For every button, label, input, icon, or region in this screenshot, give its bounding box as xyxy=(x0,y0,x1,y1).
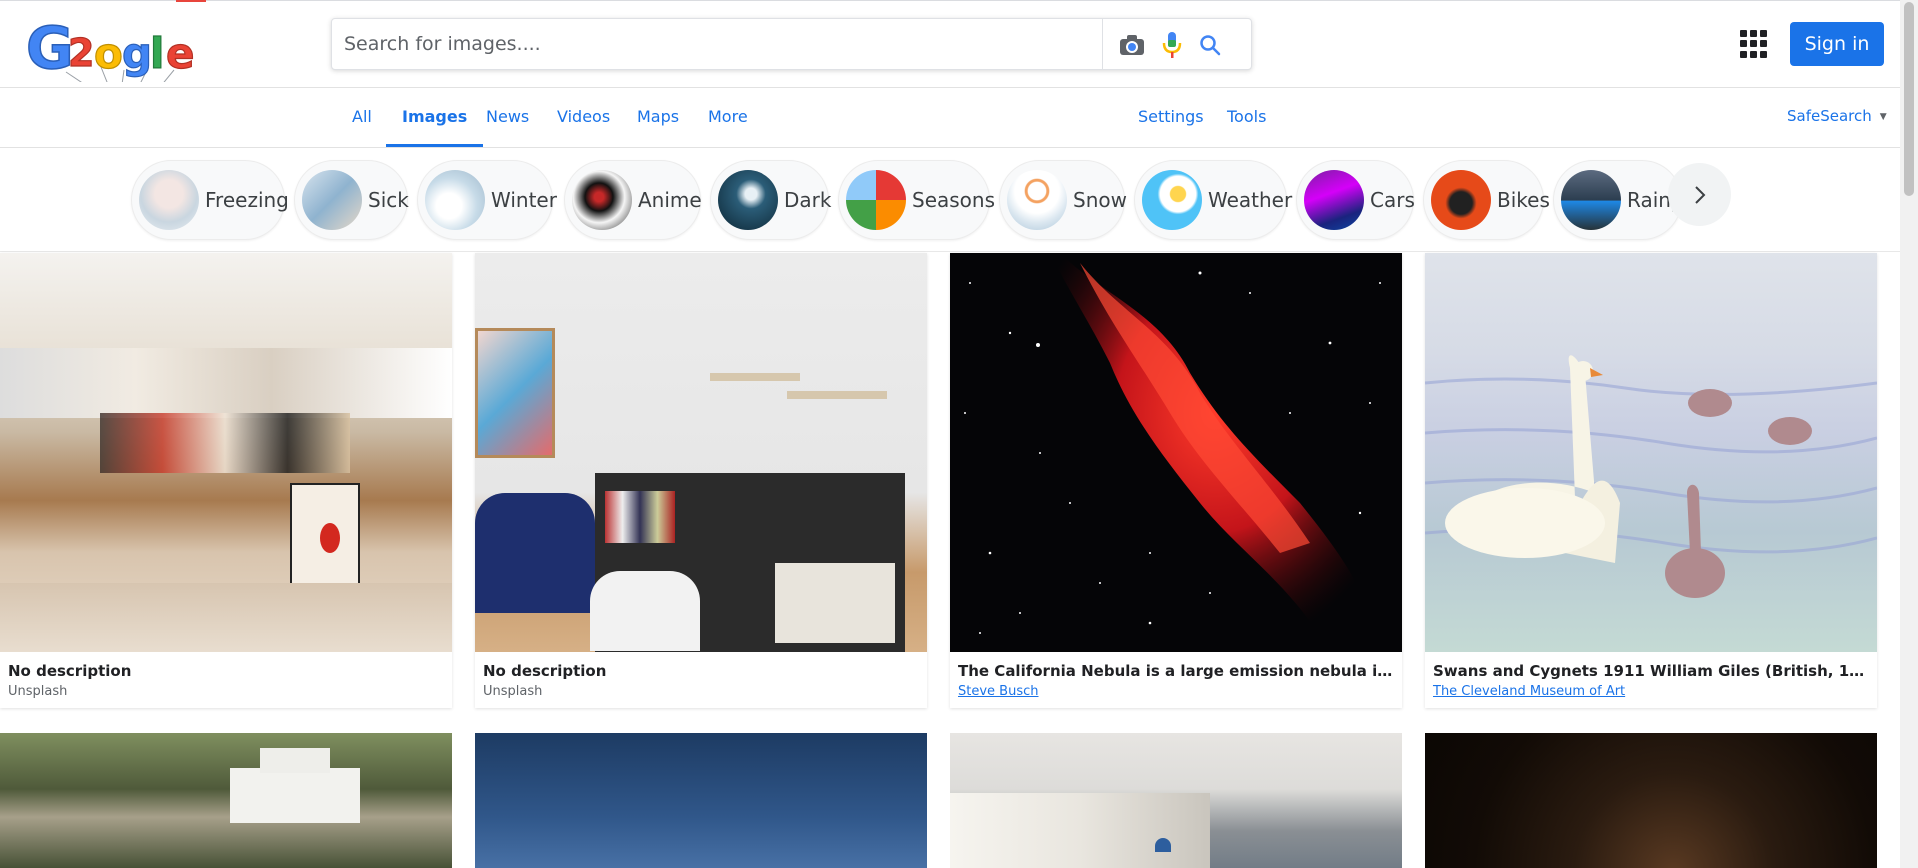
chip-label: Sick xyxy=(368,188,409,212)
result-source-link[interactable]: The Cleveland Museum of Art xyxy=(1433,684,1869,699)
result-card[interactable]: No description Unsplash xyxy=(0,253,452,708)
result-card[interactable]: The California Nebula is a large emissio… xyxy=(950,253,1402,708)
svg-text:e: e xyxy=(166,29,195,78)
result-image xyxy=(950,253,1402,652)
chip-thumbnail xyxy=(572,170,632,230)
chip-thumbnail xyxy=(139,170,199,230)
caret-down-icon: ▼ xyxy=(1879,112,1887,122)
chip-snow[interactable]: Snow xyxy=(999,160,1127,240)
chip-freezing[interactable]: Freezing xyxy=(131,160,289,240)
result-source-link[interactable]: Steve Busch xyxy=(958,684,1394,699)
svg-text:o: o xyxy=(94,29,123,78)
chip-seasons[interactable]: Seasons xyxy=(838,160,995,240)
result-source: Unsplash xyxy=(483,684,543,699)
tab-maps[interactable]: Maps xyxy=(637,89,679,147)
chip-label: Cars xyxy=(1370,188,1415,212)
safesearch-dropdown[interactable]: SafeSearch ▼ xyxy=(1787,107,1887,125)
search-icon[interactable] xyxy=(1196,31,1224,59)
settings-link[interactable]: Settings xyxy=(1138,89,1204,147)
chip-thumbnail xyxy=(1431,170,1491,230)
header: G 2 o g l e Sign in xyxy=(0,0,1900,93)
result-card[interactable]: No description Unsplash xyxy=(475,253,927,708)
svg-text:g: g xyxy=(122,29,152,78)
search-divider xyxy=(1102,19,1103,69)
result-title: Swans and Cygnets 1911 William Giles (Br… xyxy=(1433,662,1869,680)
camera-icon[interactable] xyxy=(1118,31,1146,59)
microphone-icon[interactable] xyxy=(1158,31,1186,59)
chip-label: Weather xyxy=(1208,188,1293,212)
chip-anime[interactable]: Anime xyxy=(564,160,702,240)
svg-text:G: G xyxy=(26,14,74,82)
chip-label: Freezing xyxy=(205,188,289,212)
chip-sick[interactable]: Sick xyxy=(294,160,409,240)
tab-videos[interactable]: Videos xyxy=(557,89,610,147)
logo[interactable]: G 2 o g l e xyxy=(25,12,211,93)
search-input[interactable] xyxy=(344,19,1084,69)
tab-all[interactable]: All xyxy=(352,89,372,147)
tab-news[interactable]: News xyxy=(486,89,529,147)
chip-weather[interactable]: Weather xyxy=(1134,160,1292,240)
chevron-right-icon[interactable] xyxy=(1668,163,1731,226)
svg-text:2: 2 xyxy=(68,31,94,75)
suggestion-chips: Freezing Sick Winter Anime Dark Seasons … xyxy=(0,149,1900,252)
chip-label: Anime xyxy=(638,188,702,212)
svg-text:l: l xyxy=(150,29,164,78)
result-title: The California Nebula is a large emissio… xyxy=(958,662,1394,680)
apps-grid-icon[interactable] xyxy=(1740,30,1768,58)
scrollbar-thumb[interactable] xyxy=(1904,2,1914,196)
chip-rainy[interactable]: Rainy xyxy=(1553,160,1683,240)
chip-thumbnail xyxy=(1142,170,1202,230)
chip-label: Bikes xyxy=(1497,188,1550,212)
result-image xyxy=(1425,253,1877,652)
result-card[interactable] xyxy=(475,733,927,868)
tab-images[interactable]: Images xyxy=(386,89,484,147)
chip-cars[interactable]: Cars xyxy=(1296,160,1415,240)
chip-thumbnail xyxy=(1561,170,1621,230)
chip-label: Winter xyxy=(491,188,557,212)
chip-label: Seasons xyxy=(912,188,996,212)
result-title: No description xyxy=(483,662,607,680)
chip-thumbnail xyxy=(1304,170,1364,230)
result-card[interactable]: Swans and Cygnets 1911 William Giles (Br… xyxy=(1425,253,1877,708)
result-image xyxy=(475,253,927,652)
result-title: No description xyxy=(8,662,132,680)
result-source: Unsplash xyxy=(8,684,68,699)
chip-thumbnail xyxy=(302,170,362,230)
chip-dark[interactable]: Dark xyxy=(710,160,832,240)
chip-label: Dark xyxy=(784,188,832,212)
result-card[interactable] xyxy=(1425,733,1877,868)
search-box xyxy=(331,18,1252,70)
chip-thumbnail xyxy=(846,170,906,230)
sign-in-button[interactable]: Sign in xyxy=(1790,22,1884,66)
result-card[interactable] xyxy=(0,733,452,868)
tools-link[interactable]: Tools xyxy=(1227,89,1266,147)
chip-bikes[interactable]: Bikes xyxy=(1423,160,1550,240)
nav-bar: All Images News Videos Maps More Setting… xyxy=(0,89,1900,148)
chip-thumbnail xyxy=(1007,170,1067,230)
tab-more[interactable]: More xyxy=(708,89,748,147)
scrollbar[interactable] xyxy=(1900,0,1918,868)
chip-label: Snow xyxy=(1073,188,1127,212)
safesearch-label: SafeSearch xyxy=(1787,107,1872,125)
result-image xyxy=(0,253,452,652)
result-card[interactable] xyxy=(950,733,1402,868)
chip-winter[interactable]: Winter xyxy=(417,160,557,240)
chip-thumbnail xyxy=(425,170,485,230)
chip-thumbnail xyxy=(718,170,778,230)
